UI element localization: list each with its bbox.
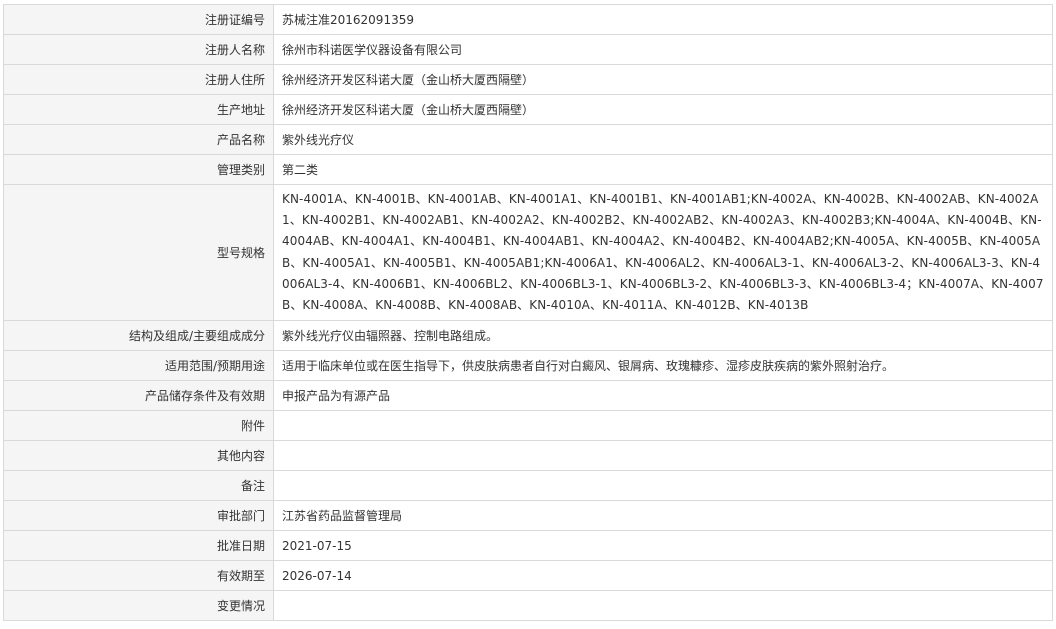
row-value: 2026-07-14 <box>273 560 1053 592</box>
row-value <box>273 440 1053 472</box>
row-value <box>273 590 1053 622</box>
row-label: 备注 <box>3 470 274 502</box>
table-row-registrant-address: 注册人住所 徐州经济开发区科诺大厦（金山桥大厦西隔壁） <box>3 64 1053 95</box>
table-row-structure-composition: 结构及组成/主要组成成分 紫外线光疗仪由辐照器、控制电路组成。 <box>3 320 1053 352</box>
table-row-registration-number: 注册证编号 苏械注准20162091359 <box>3 4 1053 35</box>
row-value: 苏械注准20162091359 <box>273 4 1053 35</box>
row-label: 注册证编号 <box>3 4 274 35</box>
row-label: 有效期至 <box>3 560 274 592</box>
table-row-valid-until: 有效期至 2026-07-14 <box>3 560 1053 592</box>
table-row-registrant-name: 注册人名称 徐州市科诺医学仪器设备有限公司 <box>3 34 1053 65</box>
row-label: 管理类别 <box>3 154 274 185</box>
row-label: 型号规格 <box>3 183 274 322</box>
row-label: 产品储存条件及有效期 <box>3 380 274 412</box>
row-label: 产品名称 <box>3 124 274 155</box>
row-label: 注册人住所 <box>3 64 274 95</box>
table-row-approval-department: 审批部门 江苏省药品监督管理局 <box>3 500 1053 532</box>
row-value: 紫外线光疗仪 <box>273 124 1053 155</box>
table-row-other-content: 其他内容 <box>3 440 1053 472</box>
table-row-approval-date: 批准日期 2021-07-15 <box>3 530 1053 562</box>
row-label: 其他内容 <box>3 440 274 472</box>
row-value: 徐州经济开发区科诺大厦（金山桥大厦西隔壁） <box>273 64 1053 95</box>
row-label: 变更情况 <box>3 590 274 622</box>
row-value: 徐州市科诺医学仪器设备有限公司 <box>273 34 1053 65</box>
row-label: 批准日期 <box>3 530 274 562</box>
row-value: 申报产品为有源产品 <box>273 380 1053 412</box>
registration-detail-table: 注册证编号 苏械注准20162091359 注册人名称 徐州市科诺医学仪器设备有… <box>3 4 1053 622</box>
table-row-management-category: 管理类别 第二类 <box>3 154 1053 185</box>
table-row-change-status: 变更情况 <box>3 590 1053 622</box>
table-row-storage-validity: 产品储存条件及有效期 申报产品为有源产品 <box>3 380 1053 412</box>
row-label: 结构及组成/主要组成成分 <box>3 320 274 352</box>
table-row-remarks: 备注 <box>3 470 1053 502</box>
table-row-product-name: 产品名称 紫外线光疗仪 <box>3 124 1053 155</box>
table-row-intended-use: 适用范围/预期用途 适用于临床单位或在医生指导下，供皮肤病患者自行对白癜风、银屑… <box>3 350 1053 382</box>
table-row-attachments: 附件 <box>3 410 1053 442</box>
table-row-model-specs: 型号规格 KN-4001A、KN-4001B、KN-4001AB、KN-4001… <box>3 183 1053 322</box>
row-value <box>273 410 1053 442</box>
row-value: 第二类 <box>273 154 1053 185</box>
table-row-production-address: 生产地址 徐州经济开发区科诺大厦（金山桥大厦西隔壁） <box>3 94 1053 125</box>
row-label: 注册人名称 <box>3 34 274 65</box>
row-value: 徐州经济开发区科诺大厦（金山桥大厦西隔壁） <box>273 94 1053 125</box>
row-value: 江苏省药品监督管理局 <box>273 500 1053 532</box>
row-value <box>273 470 1053 502</box>
row-value: 2021-07-15 <box>273 530 1053 562</box>
row-value: 适用于临床单位或在医生指导下，供皮肤病患者自行对白癜风、银屑病、玫瑰糠疹、湿疹皮… <box>273 350 1053 382</box>
row-label: 适用范围/预期用途 <box>3 350 274 382</box>
row-value: 紫外线光疗仪由辐照器、控制电路组成。 <box>273 320 1053 352</box>
row-label: 附件 <box>3 410 274 442</box>
row-label: 审批部门 <box>3 500 274 532</box>
row-value: KN-4001A、KN-4001B、KN-4001AB、KN-4001A1、KN… <box>273 183 1053 322</box>
row-label: 生产地址 <box>3 94 274 125</box>
